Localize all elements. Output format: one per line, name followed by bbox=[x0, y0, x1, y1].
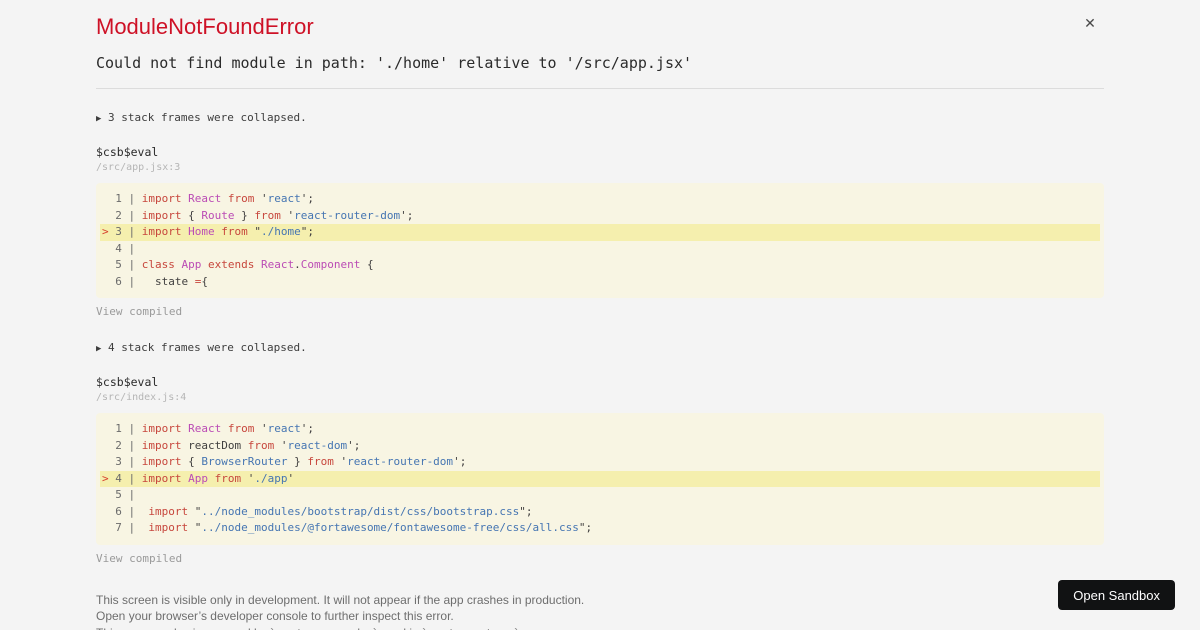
stack-frames-toggle[interactable]: ▶ 4 stack frames were collapsed. bbox=[96, 341, 1104, 356]
code-line: 2 | import { Route } from 'react-router-… bbox=[115, 208, 414, 222]
line-number: 6 | bbox=[115, 274, 142, 288]
code-line: 6 | state ={ bbox=[115, 274, 208, 288]
close-icon: ✕ bbox=[1084, 16, 1096, 32]
code-line: 3 | import { BrowserRouter } from 'react… bbox=[115, 455, 467, 468]
dismiss-button[interactable]: ✕ bbox=[1080, 14, 1100, 34]
open-sandbox-button[interactable]: Open Sandbox bbox=[1058, 580, 1175, 610]
code-line: 5 | bbox=[100, 487, 1100, 504]
line-number: 5 | bbox=[115, 488, 142, 501]
error-title: ModuleNotFoundError bbox=[96, 14, 314, 39]
code-line: 1 | import React from 'react'; bbox=[115, 192, 314, 205]
line-number: 4 | bbox=[115, 241, 142, 255]
error-overlay: ✕ ModuleNotFoundError Could not find mod… bbox=[0, 0, 1200, 630]
view-compiled-link[interactable]: View compiled bbox=[96, 305, 1104, 319]
code-line-highlighted: > 4 | import App from './app' bbox=[100, 470, 1100, 487]
footer-note: This screen is visible only in developme… bbox=[96, 592, 585, 607]
code-line: 1 | import React from 'react'; bbox=[115, 422, 314, 435]
footer-notes: This screen is visible only in developme… bbox=[96, 592, 1104, 630]
line-number: 1 | bbox=[115, 192, 142, 205]
line-number: 3 | bbox=[115, 225, 142, 238]
stack-frame-section: ▶ 4 stack frames were collapsed. $csb$ev… bbox=[96, 341, 1104, 566]
line-number: 3 | bbox=[115, 455, 142, 468]
line-number: 1 | bbox=[115, 422, 142, 435]
code-frame: 1 | import React from 'react'; 2 | impor… bbox=[96, 413, 1104, 545]
footer-note: Open your browser’s developer console to… bbox=[96, 609, 454, 623]
error-message: Could not find module in path: './home' … bbox=[96, 54, 693, 72]
line-number: 5 | bbox=[115, 258, 142, 271]
frame-function: $csb$eval bbox=[96, 145, 159, 159]
frame-location: /src/app.jsx:3 bbox=[96, 162, 181, 173]
line-number: 2 | bbox=[115, 208, 142, 222]
line-number: 7 | bbox=[115, 521, 142, 534]
code-line: 6 | import "../node_modules/bootstrap/di… bbox=[115, 504, 533, 518]
code-frame: 1 | import React from 'react'; 2 | impor… bbox=[96, 183, 1104, 298]
collapsed-note: 4 stack frames were collapsed. bbox=[108, 341, 307, 354]
collapsed-note: 3 stack frames were collapsed. bbox=[108, 111, 307, 124]
stack-frames-toggle[interactable]: ▶ 3 stack frames were collapsed. bbox=[96, 111, 1104, 126]
frame-function: $csb$eval bbox=[96, 375, 159, 389]
divider bbox=[96, 88, 1104, 89]
code-line: 7 | import "../node_modules/@fortawesome… bbox=[115, 521, 593, 534]
code-line: 2 | import reactDom from 'react-dom'; bbox=[115, 438, 361, 452]
code-line: 4 | bbox=[100, 241, 1100, 258]
code-line: 5 | class App extends React.Component { bbox=[115, 258, 374, 271]
code-line-highlighted: > 3 | import Home from "./home"; bbox=[100, 224, 1100, 241]
line-number: 6 | bbox=[115, 504, 142, 518]
view-compiled-link[interactable]: View compiled bbox=[96, 552, 1104, 566]
line-number: 2 | bbox=[115, 438, 142, 452]
footer-note: This error overlay is powered by `react-… bbox=[96, 625, 1104, 630]
frame-location: /src/index.js:4 bbox=[96, 392, 187, 403]
line-number: 4 | bbox=[115, 471, 142, 485]
stack-frame-section: ▶ 3 stack frames were collapsed. $csb$ev… bbox=[96, 111, 1104, 319]
